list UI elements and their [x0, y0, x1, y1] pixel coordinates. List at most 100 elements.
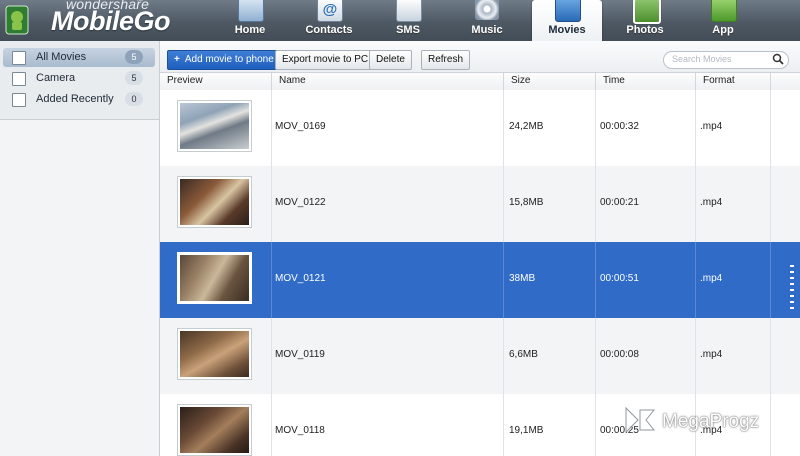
cell-divider	[770, 166, 771, 242]
tab-sms[interactable]: SMS	[373, 0, 443, 41]
movie-size: 24,2MB	[509, 121, 544, 132]
plus-icon: +	[174, 54, 180, 65]
brand-product: MobileGo	[51, 6, 171, 36]
cell-divider	[770, 318, 771, 394]
export-movie-button[interactable]: Export movie to PC	[275, 50, 376, 70]
sidebar-item-label: All Movies	[36, 51, 87, 63]
sidebar-item-added-recently[interactable]: Added Recently 0	[3, 90, 155, 109]
table-row-selected[interactable]: MOV_0121 38MB 00:00:51 .mp4	[160, 242, 800, 319]
movie-name: MOV_0118	[275, 425, 325, 436]
movie-name: MOV_0119	[275, 349, 325, 360]
movie-time: 00:00:32	[600, 121, 639, 132]
cell-divider	[595, 394, 596, 456]
cell-divider	[271, 318, 272, 394]
column-preview[interactable]: Preview	[167, 75, 203, 86]
app-icon	[711, 0, 737, 22]
movie-format: .mp4	[700, 273, 723, 284]
cell-divider	[695, 242, 696, 318]
refresh-button[interactable]: Refresh	[421, 50, 471, 70]
tab-label: Movies	[548, 24, 586, 36]
column-name[interactable]: Name	[279, 75, 306, 86]
cell-divider	[503, 166, 504, 242]
scrollbar-grip[interactable]	[790, 265, 794, 309]
column-size[interactable]: Size	[511, 75, 530, 86]
sidebar-item-all-movies[interactable]: All Movies 5	[3, 48, 155, 67]
cell-divider	[595, 166, 596, 242]
table-row[interactable]: MOV_0119 6,6MB 00:00:08 .mp4	[160, 318, 800, 395]
tab-label: Contacts	[305, 24, 353, 36]
table-row[interactable]: MOV_0122 15,8MB 00:00:21 .mp4	[160, 166, 800, 243]
movie-thumbnail	[177, 404, 252, 456]
watermark-logo-icon	[625, 406, 656, 434]
movies-icon	[555, 0, 581, 22]
music-icon	[475, 0, 499, 20]
search-placeholder: Search Movies	[672, 54, 732, 64]
tab-home[interactable]: Home	[215, 0, 285, 41]
cell-divider	[595, 90, 596, 166]
sidebar-item-label: Added Recently	[36, 93, 114, 105]
cell-divider	[271, 166, 272, 242]
table-header: Preview Name Size Time Format	[160, 73, 800, 91]
movie-name: MOV_0122	[275, 197, 326, 208]
camera-icon	[12, 72, 26, 86]
tab-label: SMS	[396, 24, 420, 36]
column-divider	[695, 73, 696, 90]
cell-divider	[595, 318, 596, 394]
search-input[interactable]: Search Movies	[663, 51, 789, 69]
tab-photos[interactable]: Photos	[610, 0, 680, 41]
tab-music[interactable]: Music	[452, 0, 522, 41]
column-divider	[271, 73, 272, 90]
cell-divider	[503, 242, 504, 318]
search-icon	[772, 53, 784, 65]
cell-divider	[503, 394, 504, 456]
contacts-icon: @	[317, 0, 343, 22]
count-badge: 5	[125, 71, 143, 85]
column-divider	[503, 73, 504, 90]
column-divider	[595, 73, 596, 90]
home-icon	[238, 0, 264, 22]
column-time[interactable]: Time	[603, 75, 625, 86]
movie-size: 6,6MB	[509, 349, 538, 360]
movie-thumbnail	[177, 328, 252, 380]
top-bar: wondershare MobileGo ™ Home @ Contacts S…	[0, 0, 800, 41]
cell-divider	[770, 90, 771, 166]
tab-contacts[interactable]: @ Contacts	[294, 0, 364, 41]
sidebar-item-label: Camera	[36, 72, 76, 84]
recent-icon	[12, 93, 26, 107]
movie-format: .mp4	[700, 197, 723, 208]
tab-label: Photos	[626, 24, 664, 36]
movie-thumbnail	[177, 100, 252, 152]
cell-divider	[695, 318, 696, 394]
movie-size: 19,1MB	[509, 425, 544, 436]
cell-divider	[271, 394, 272, 456]
movie-time: 00:00:08	[600, 349, 639, 360]
tab-movies[interactable]: Movies	[532, 0, 602, 41]
tab-label: App	[712, 24, 734, 36]
table-row[interactable]: MOV_0169 24,2MB 00:00:32 .mp4	[160, 90, 800, 167]
watermark-text: MegaProgz	[662, 411, 760, 432]
count-badge: 0	[125, 92, 143, 106]
brand-trademark: ™	[136, 0, 143, 5]
movie-thumbnail	[177, 176, 252, 228]
add-movie-button[interactable]: + Add movie to phone	[167, 50, 281, 70]
count-badge: 5	[125, 50, 143, 64]
delete-button[interactable]: Delete	[369, 50, 412, 70]
tab-label: Home	[234, 24, 266, 36]
cell-divider	[271, 90, 272, 166]
sidebar-item-camera[interactable]: Camera 5	[3, 69, 155, 88]
cell-divider	[770, 242, 771, 318]
photos-icon	[633, 0, 661, 24]
movie-time: 00:00:51	[600, 273, 639, 284]
movie-format: .mp4	[700, 121, 723, 132]
movie-format: .mp4	[700, 349, 723, 360]
sms-icon	[396, 0, 422, 22]
watermark: MegaProgz	[624, 402, 800, 442]
tab-app[interactable]: App	[688, 0, 758, 41]
android-logo-icon	[5, 5, 29, 35]
cell-divider	[695, 90, 696, 166]
column-format[interactable]: Format	[703, 75, 735, 86]
cell-divider	[271, 242, 272, 318]
cell-divider	[595, 242, 596, 318]
film-icon	[12, 51, 26, 65]
toolbar: + Add movie to phone Export movie to PC D…	[160, 41, 800, 73]
